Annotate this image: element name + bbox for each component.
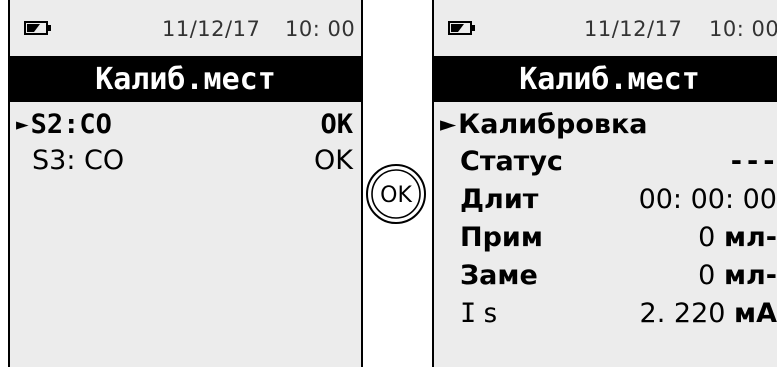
right-device-screen: 11/12/17 10: 00 Калиб.мест ► Калибровка С… (432, 0, 777, 367)
menu-item-text: Калибровка (458, 108, 648, 140)
menu-item-s3-co[interactable]: S3: CO OK (32, 141, 353, 179)
status-bar: 11/12/17 10: 00 (434, 0, 777, 64)
status-date: 11/12/17 (584, 17, 683, 41)
menu-item-value: 2. 220 мА (640, 298, 777, 329)
menu-item-value: OK (314, 144, 353, 176)
menu-item-label: Is (460, 297, 505, 329)
left-device-screen: 11/12/17 10: 00 Калиб.мест ► S2:CO OK S3:… (8, 0, 363, 367)
battery-icon (24, 21, 51, 35)
menu-item-s2-co[interactable]: ► S2:CO OK (16, 105, 353, 143)
menu-item-label: ► Калибровка (440, 109, 648, 140)
status-time: 10: 00 (709, 17, 777, 41)
menu-item-label: ► S2:CO (16, 109, 112, 140)
menu-item-value: 0 мл- (698, 222, 777, 253)
menu-item-label: Длит (460, 183, 539, 215)
menu-item-label: Заме (460, 259, 538, 291)
menu-item-value: --- (728, 145, 777, 177)
value-unit: мА (734, 297, 777, 329)
menu-item-calibration[interactable]: ► Калибровка (440, 105, 777, 143)
value-number: 0 (698, 221, 716, 253)
menu-item-value: 00: 00: 00 (638, 183, 777, 215)
menu-item-status[interactable]: Статус --- (460, 142, 777, 180)
status-date: 11/12/17 (162, 17, 261, 41)
selection-arrow-icon: ► (440, 112, 457, 136)
screen-title: Калиб.мест (10, 56, 361, 102)
menu-item-value: OK (320, 108, 353, 140)
menu-item-text: S2:CO (30, 108, 112, 140)
battery-icon (448, 21, 475, 35)
menu-item-is[interactable]: Is 2. 220 мА (460, 294, 777, 332)
menu-item-value: 0 мл- (698, 260, 777, 291)
value-unit: мл- (723, 259, 777, 291)
menu-item-label: S3: CO (32, 144, 125, 176)
menu-item-prim[interactable]: Прим 0 мл- (460, 218, 777, 256)
screen-title: Калиб.мест (434, 56, 777, 102)
ok-button[interactable]: OK (364, 162, 428, 226)
status-bar: 11/12/17 10: 00 (10, 0, 361, 64)
status-time: 10: 00 (285, 17, 356, 41)
menu-item-duration[interactable]: Длит 00: 00: 00 (460, 180, 777, 218)
value-number: 0 (698, 259, 716, 291)
selection-arrow-icon: ► (16, 112, 29, 136)
menu-item-label: Прим (460, 221, 543, 253)
menu-item-label: Статус (460, 145, 563, 177)
value-unit: мл- (723, 221, 777, 253)
menu-item-zame[interactable]: Заме 0 мл- (460, 256, 777, 294)
value-number: 2. 220 (639, 297, 726, 329)
ok-button-label: OK (380, 183, 412, 208)
